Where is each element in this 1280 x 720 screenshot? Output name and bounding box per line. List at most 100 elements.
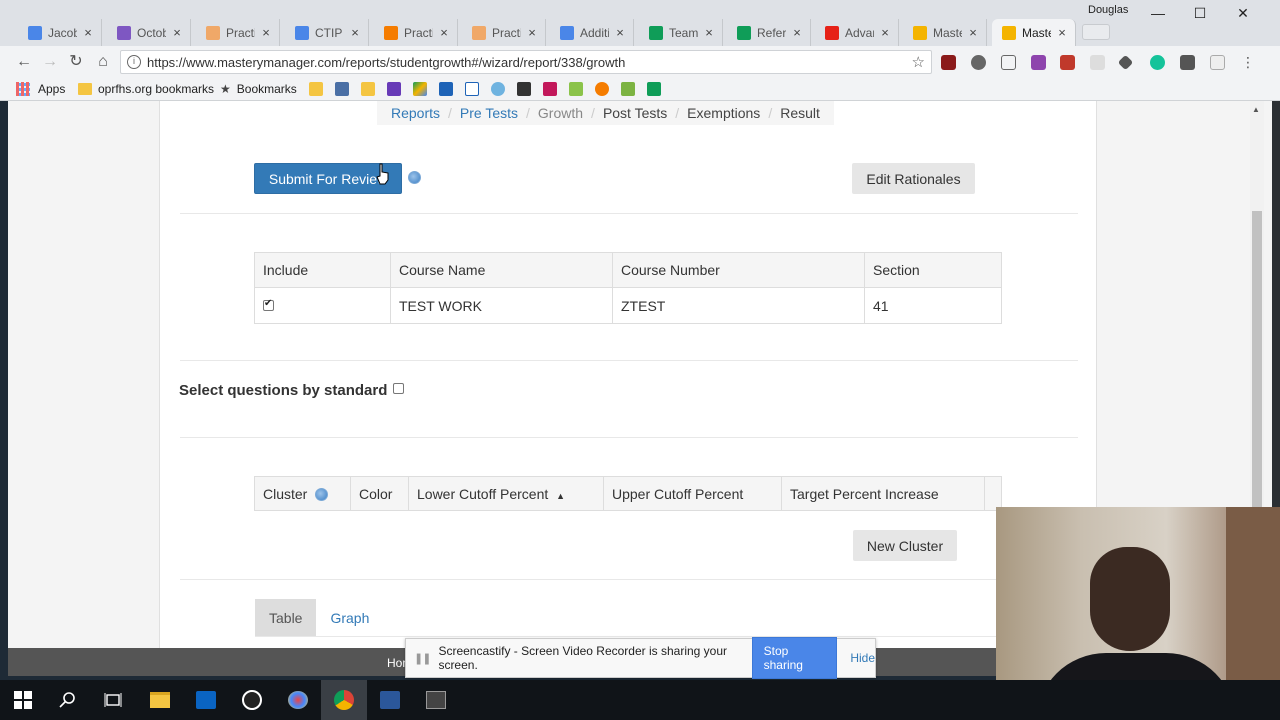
site-info-icon[interactable]: i [127,55,141,69]
reload-icon[interactable]: ↻ [66,52,86,72]
header-upper-cutoff[interactable]: Upper Cutoff Percent [603,476,782,511]
scroll-up-icon[interactable]: ▲ [1252,105,1260,114]
header-course-number[interactable]: Course Number [612,252,865,288]
close-tab-icon[interactable]: × [259,25,273,40]
bookmark-e-icon[interactable] [595,82,609,96]
bulb-extension-icon[interactable] [971,55,986,70]
bookmark-sheets-icon[interactable] [647,82,661,96]
browser-tab[interactable]: Jacob × [18,19,102,46]
select-by-standard-checkbox[interactable] [393,383,405,394]
chrome-icon[interactable] [321,680,367,720]
browser-tab[interactable]: Team t × [639,19,723,46]
minimize-icon[interactable]: — [1143,5,1173,21]
bookmark-apps[interactable]: Apps [16,82,65,96]
include-checkbox[interactable] [263,298,274,311]
browser-tab[interactable]: Practi × [374,19,458,46]
cast-icon[interactable] [1001,55,1016,70]
close-tab-icon[interactable]: × [437,25,451,40]
t-app-icon[interactable] [240,688,264,712]
bookmark-slides-icon[interactable] [309,82,323,96]
header-section[interactable]: Section [864,252,1002,288]
close-tab-icon[interactable]: × [966,25,980,40]
windows-start-icon[interactable] [11,688,35,712]
menu-icon[interactable]: ⋮ [1238,52,1258,72]
task-view-icon[interactable] [101,688,125,712]
blank-extension-icon[interactable] [1090,55,1105,70]
close-window-icon[interactable]: ✕ [1228,5,1258,22]
search-icon[interactable] [56,688,80,712]
shield-extension-icon[interactable] [1180,55,1195,70]
grammarly-icon[interactable] [1150,55,1165,70]
close-tab-icon[interactable]: × [170,25,184,40]
file-explorer-icon[interactable] [148,688,172,712]
browser-tab[interactable]: Maste × [903,19,987,46]
breadcrumb-item[interactable]: Reports [391,105,440,121]
rocket-extension-icon[interactable] [1117,54,1134,71]
bookmark-keep-icon[interactable] [361,82,375,96]
outlook-icon[interactable] [194,688,218,712]
help-icon[interactable] [315,487,329,501]
address-bar[interactable]: i https://www.masterymanager.com/reports… [120,50,932,74]
browser-tab[interactable]: Refere × [727,19,811,46]
close-tab-icon[interactable]: × [702,25,716,40]
edit-rationales-button[interactable]: Edit Rationales [852,163,975,194]
header-target-increase[interactable]: Target Percent Increase [781,476,985,511]
paint-icon[interactable] [286,688,310,712]
puzzle-extension-icon[interactable] [1031,55,1046,70]
film-extension-icon[interactable] [941,55,956,70]
tab-graph[interactable]: Graph [316,599,383,636]
video-editor-icon[interactable] [424,688,448,712]
bookmark-cube-icon[interactable] [517,82,531,96]
draw-extension-icon[interactable] [1210,55,1225,70]
bookmark-classroom-icon[interactable] [439,82,453,96]
new-tab-button[interactable] [1082,24,1110,40]
close-tab-icon[interactable]: × [878,25,892,40]
browser-tab[interactable]: CTIP N × [285,19,369,46]
scrollbar-thumb[interactable] [1252,211,1262,511]
drag-handle-icon[interactable]: ❚❚ [414,652,431,665]
s-extension-icon[interactable] [1060,55,1075,70]
back-icon[interactable]: ← [14,52,34,72]
header-course-name[interactable]: Course Name [390,252,613,288]
bookmark-folder-bookmarks[interactable]: ★ Bookmarks [220,82,297,96]
close-tab-icon[interactable]: × [525,25,539,40]
browser-tab[interactable]: Maste × [992,19,1076,46]
bookmark-forms-icon[interactable] [387,82,401,96]
browser-tab[interactable]: Practi × [462,19,546,46]
browser-tab[interactable]: Octob × [107,19,191,46]
header-include[interactable]: Include [254,252,391,288]
help-icon[interactable] [408,171,421,184]
header-lower-cutoff[interactable]: Lower Cutoff Percent ▲ [408,476,604,511]
bookmark-chart-icon[interactable] [335,82,349,96]
divider [180,213,1078,214]
bookmark-android-icon[interactable] [569,82,583,96]
bookmark-game-icon[interactable] [543,82,557,96]
close-tab-icon[interactable]: × [613,25,627,40]
header-cluster[interactable]: Cluster [254,476,351,511]
tab-table[interactable]: Table [255,599,317,636]
browser-tab[interactable]: Additi × [550,19,634,46]
bookmark-star-icon[interactable]: ☆ [912,53,925,71]
breadcrumb-item[interactable]: Pre Tests [460,105,518,121]
maximize-icon[interactable]: ☐ [1185,5,1215,22]
new-cluster-button[interactable]: New Cluster [853,530,957,561]
stop-sharing-button[interactable]: Stop sharing [751,637,838,679]
profile-name[interactable]: Douglas [1088,4,1128,16]
bookmark-table-icon[interactable] [465,82,479,96]
browser-tab[interactable]: Practi × [196,19,280,46]
forward-icon[interactable]: → [40,52,60,72]
home-icon[interactable]: ⌂ [93,52,113,72]
close-tab-icon[interactable]: × [81,25,95,40]
word-icon[interactable] [378,688,402,712]
close-tab-icon[interactable]: × [348,25,362,40]
close-tab-icon[interactable]: × [790,25,804,40]
bookmark-r-icon[interactable] [621,82,635,96]
header-color[interactable]: Color [350,476,409,511]
bookmark-folder-oprfhs[interactable]: oprfhs.org bookmarks [78,82,214,96]
url-text[interactable]: https://www.masterymanager.com/reports/s… [147,55,912,70]
browser-tab[interactable]: Advan × [815,19,899,46]
close-tab-icon[interactable]: × [1055,25,1069,40]
hide-notice-link[interactable]: Hide [850,651,875,665]
bookmark-cloud-icon[interactable] [491,82,505,96]
bookmark-drive-icon[interactable] [413,82,427,96]
